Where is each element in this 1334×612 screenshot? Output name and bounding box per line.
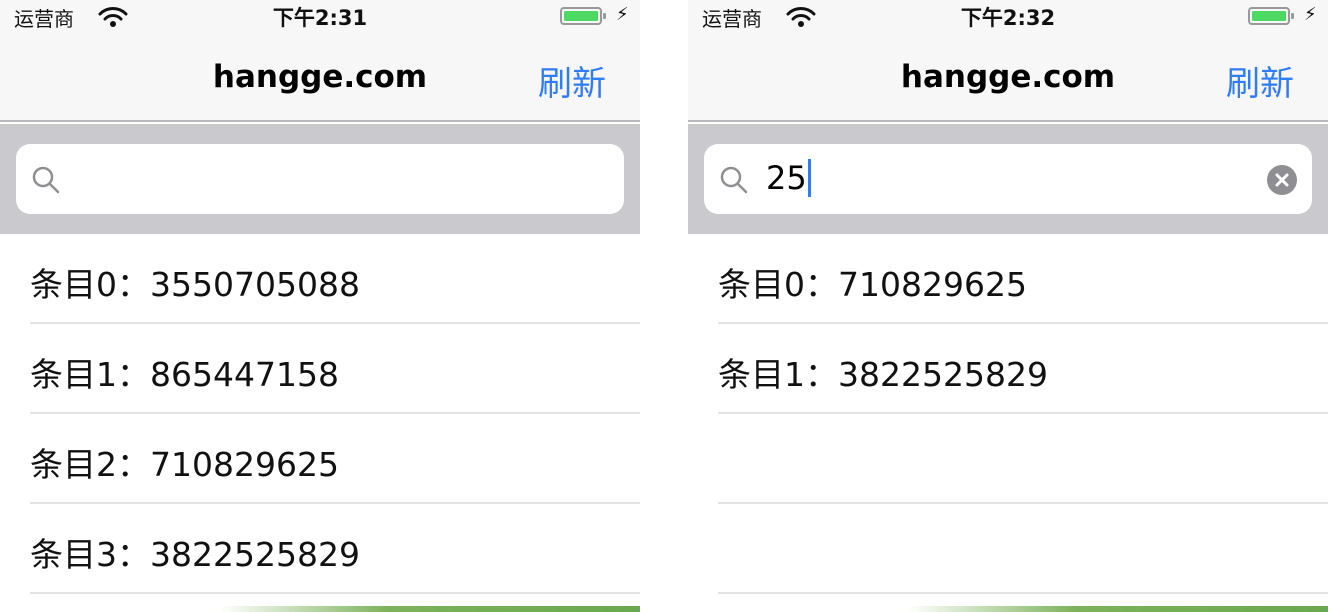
refresh-button[interactable]: 刷新	[1226, 56, 1294, 105]
search-bar	[0, 124, 640, 234]
search-value: 25	[766, 159, 807, 197]
bottom-edge	[908, 606, 1328, 612]
bottom-edge	[220, 606, 640, 612]
results-table: 条目0：3550705088 条目1：865447158 条目2：7108296…	[0, 234, 640, 594]
navigation-bar: hangge.com 刷新	[688, 32, 1328, 122]
row-label: 条目1：3822525829	[718, 355, 1048, 394]
navigation-bar: hangge.com 刷新	[0, 32, 640, 122]
results-table: 条目0：710829625 条目1：3822525829	[688, 234, 1328, 594]
clear-icon[interactable]	[1266, 164, 1298, 196]
search-input[interactable]: 25	[704, 144, 1312, 214]
row-label: 条目1：865447158	[30, 355, 339, 394]
battery-icon	[560, 7, 606, 25]
status-time: 下午2:32	[960, 6, 1056, 30]
row-label: 条目0：710829625	[718, 265, 1027, 304]
table-row[interactable]: 条目0：3550705088	[30, 234, 640, 324]
status-time: 下午2:31	[272, 6, 368, 30]
search-bar: 25	[688, 124, 1328, 234]
search-input[interactable]	[16, 144, 624, 214]
table-row[interactable]: 条目3：3822525829	[30, 504, 640, 594]
row-label: 条目2：710829625	[30, 445, 339, 484]
search-text: 25	[766, 158, 811, 198]
charge-icon: ⚡	[1304, 4, 1317, 25]
charge-icon: ⚡	[616, 4, 629, 25]
search-icon	[32, 166, 60, 194]
battery-icon	[1248, 7, 1294, 25]
row-label: 条目0：3550705088	[30, 265, 360, 304]
table-row[interactable]: 条目2：710829625	[30, 414, 640, 504]
row-label: 条目3：3822525829	[30, 535, 360, 574]
table-row	[718, 414, 1328, 504]
table-row[interactable]: 条目1：865447158	[30, 324, 640, 414]
phone-screen-left: 运营商 下午2:31 ⚡ hangge.com 刷新 条目0：355070508…	[0, 0, 640, 612]
text-caret	[807, 159, 811, 197]
status-bar: 运营商 下午2:31 ⚡	[0, 0, 640, 32]
search-icon	[720, 166, 748, 194]
refresh-button[interactable]: 刷新	[538, 56, 606, 105]
table-row	[718, 504, 1328, 594]
phone-screen-right: 运营商 下午2:32 ⚡ hangge.com 刷新 25 条目0：710829…	[688, 0, 1328, 612]
table-row[interactable]: 条目1：3822525829	[718, 324, 1328, 414]
status-bar: 运营商 下午2:32 ⚡	[688, 0, 1328, 32]
table-row[interactable]: 条目0：710829625	[718, 234, 1328, 324]
